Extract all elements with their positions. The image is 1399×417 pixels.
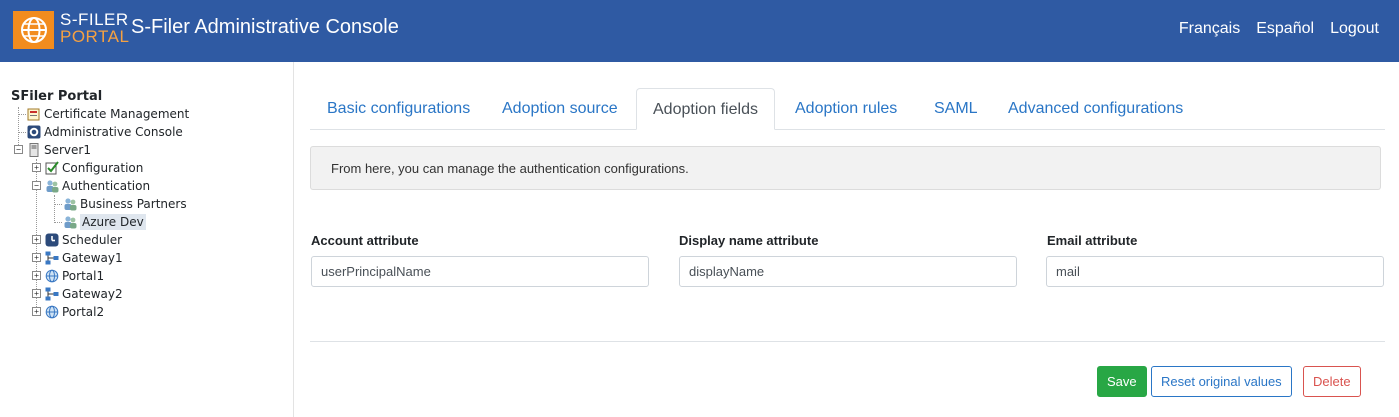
info-message: From here, you can manage the authentica…: [310, 146, 1381, 190]
tree-line: [18, 114, 26, 115]
globe-icon: [45, 269, 59, 283]
logo-text: S-FILER PORTAL: [60, 11, 129, 45]
main-panel: Basic configurations Adoption source Ado…: [310, 62, 1385, 417]
save-button[interactable]: Save: [1097, 366, 1147, 397]
tree-node-label: Configuration: [62, 161, 144, 175]
tree-node-scheduler[interactable]: Scheduler: [45, 232, 122, 248]
users-icon: [45, 179, 59, 193]
collapse-toggle[interactable]: −: [32, 181, 41, 190]
tree-node-label: Gateway2: [62, 287, 123, 301]
navigation-tree: SFiler Portal Certificate Management Adm…: [0, 62, 294, 417]
tab-bar: Basic configurations Adoption source Ado…: [310, 88, 1385, 130]
top-header: S-FILER PORTAL S-Filer Administrative Co…: [0, 0, 1399, 62]
tab-saml[interactable]: SAML: [918, 88, 994, 129]
tree-line: [54, 204, 62, 205]
network-icon: [45, 251, 59, 265]
certificate-icon: [27, 107, 41, 121]
checklist-icon: [45, 161, 59, 175]
expand-toggle[interactable]: +: [32, 307, 41, 316]
display-name-attribute-label: Display name attribute: [679, 233, 819, 248]
tree-node-label: Certificate Management: [44, 107, 190, 121]
server-icon: [27, 143, 41, 157]
logo-globe-icon: [13, 11, 54, 49]
french-link[interactable]: Français: [1179, 20, 1240, 38]
tree-node-portal2[interactable]: Portal2: [45, 304, 104, 320]
tree-node-label: Authentication: [62, 179, 151, 193]
email-attribute-label: Email attribute: [1047, 233, 1138, 248]
tree-node-administrative-console[interactable]: Administrative Console: [27, 124, 183, 140]
app-title: S-Filer Administrative Console: [131, 16, 399, 38]
tree-node-label: Business Partners: [80, 197, 187, 211]
tree-node-label: Server1: [44, 143, 91, 157]
tree-node-azure-dev[interactable]: Azure Dev: [63, 214, 146, 230]
globe-icon: [45, 305, 59, 319]
collapse-toggle[interactable]: −: [14, 145, 23, 154]
tab-basic-configurations[interactable]: Basic configurations: [311, 88, 486, 129]
expand-toggle[interactable]: +: [32, 163, 41, 172]
tree-root-label[interactable]: SFiler Portal: [11, 89, 102, 104]
tree-node-business-partners[interactable]: Business Partners: [63, 196, 187, 212]
expand-toggle[interactable]: +: [32, 235, 41, 244]
gear-icon: [27, 125, 41, 139]
tree-node-certificate-management[interactable]: Certificate Management: [27, 106, 189, 122]
reset-original-values-button[interactable]: Reset original values: [1151, 366, 1292, 397]
logout-link[interactable]: Logout: [1330, 20, 1379, 38]
tree-node-portal1[interactable]: Portal1: [45, 268, 104, 284]
tree-node-gateway2[interactable]: Gateway2: [45, 286, 123, 302]
tab-adoption-source[interactable]: Adoption source: [486, 88, 634, 129]
tree-node-server1[interactable]: Server1: [27, 142, 91, 158]
tree-node-label: Azure Dev: [80, 214, 146, 230]
clock-icon: [45, 233, 59, 247]
tab-advanced-configurations[interactable]: Advanced configurations: [992, 88, 1199, 129]
tree-node-authentication[interactable]: Authentication: [45, 178, 150, 194]
tab-adoption-rules[interactable]: Adoption rules: [779, 88, 913, 129]
email-attribute-input[interactable]: [1046, 256, 1384, 287]
logo-line-1: S-FILER: [60, 10, 129, 29]
tree-line: [54, 195, 55, 223]
tree-line: [18, 132, 26, 133]
account-attribute-label: Account attribute: [311, 233, 419, 248]
expand-toggle[interactable]: +: [32, 289, 41, 298]
tree-node-label: Scheduler: [62, 233, 123, 247]
header-links: Français Español Logout: [1179, 20, 1379, 38]
tree-node-label: Gateway1: [62, 251, 123, 265]
network-icon: [45, 287, 59, 301]
tree-line: [54, 222, 62, 223]
delete-button[interactable]: Delete: [1303, 366, 1361, 397]
form-divider: [310, 341, 1385, 342]
users-icon: [63, 215, 77, 229]
tree-node-gateway1[interactable]: Gateway1: [45, 250, 123, 266]
tree-node-label: Portal2: [62, 305, 105, 319]
tree-node-label: Portal1: [62, 269, 105, 283]
tab-adoption-fields[interactable]: Adoption fields: [636, 88, 775, 130]
tree-node-label: Administrative Console: [44, 125, 183, 139]
expand-toggle[interactable]: +: [32, 271, 41, 280]
logo-line-2: PORTAL: [60, 27, 130, 46]
spanish-link[interactable]: Español: [1256, 20, 1314, 38]
account-attribute-input[interactable]: [311, 256, 649, 287]
expand-toggle[interactable]: +: [32, 253, 41, 262]
display-name-attribute-input[interactable]: [679, 256, 1017, 287]
users-icon: [63, 197, 77, 211]
tree-node-configuration[interactable]: Configuration: [45, 160, 143, 176]
